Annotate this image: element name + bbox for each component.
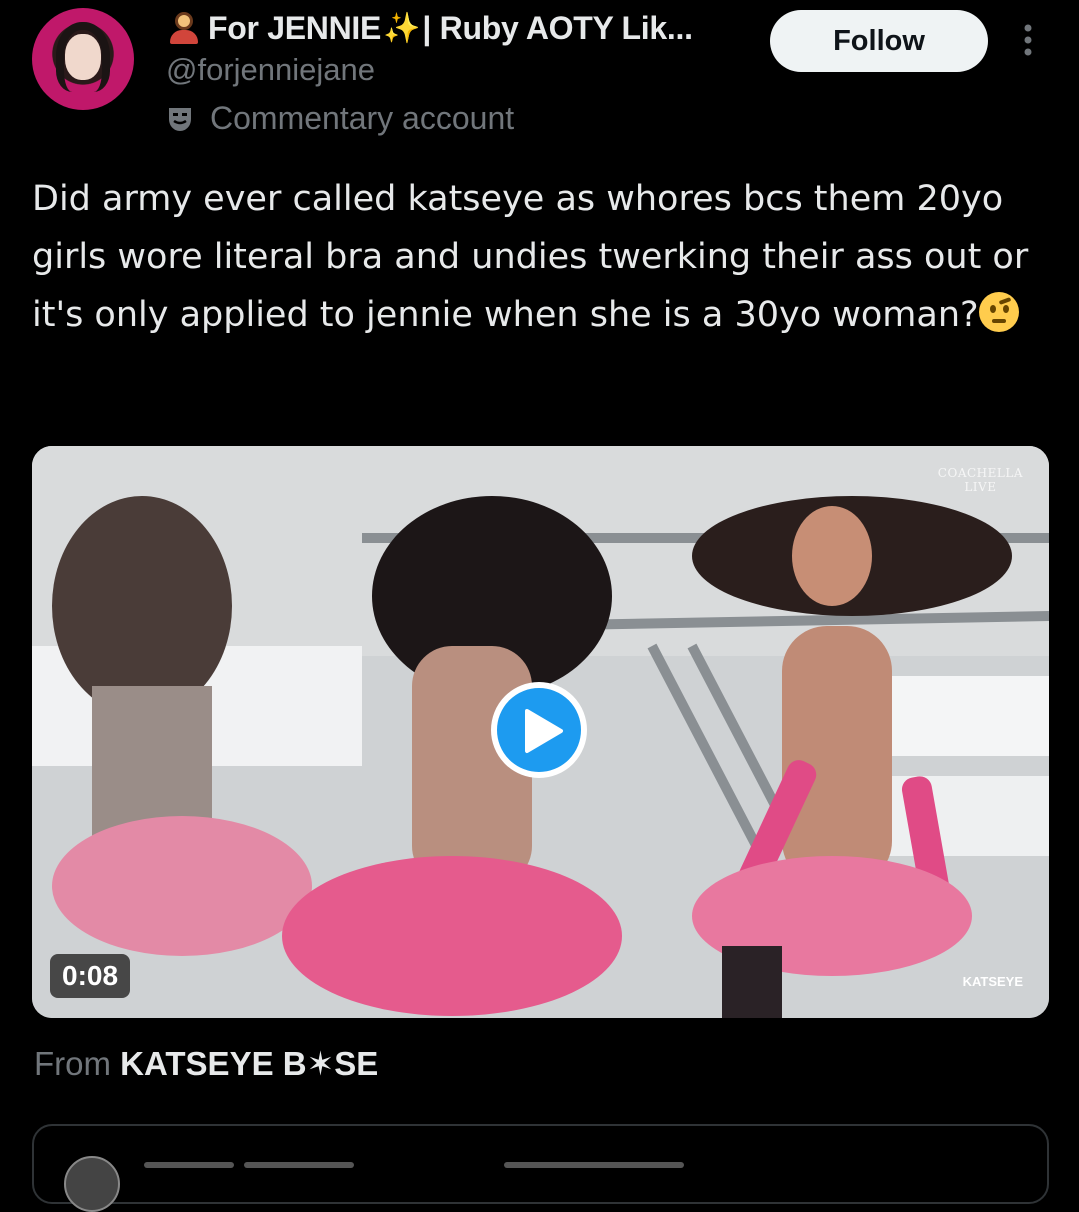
source-prefix: From [34,1045,111,1082]
avatar-face [65,34,101,80]
sparkles-icon: ✨ [383,11,421,45]
tweet-body: Did army ever called katseye as whores b… [32,179,1029,335]
video-source[interactable]: From KATSEYE B✶SE [34,1044,378,1083]
theater-mask-icon [169,107,191,131]
quoted-meta-placeholder [504,1162,684,1168]
display-name-row[interactable]: For JENNIE ✨ | Ruby AOTY Lik... [166,8,751,48]
raised-eyebrow-face-icon [978,292,1019,332]
coachella-watermark: COACHELLA LIVE [938,466,1023,494]
coachella-watermark-title: COACHELLA [937,466,1023,480]
play-button[interactable] [491,682,587,778]
coachella-watermark-sub: LIVE [964,480,997,494]
display-name[interactable]: For JENNIE [208,10,381,47]
user-handle[interactable]: @forjenniejane [166,52,375,88]
quoted-tweet-card[interactable] [32,1124,1049,1212]
play-icon [525,709,563,753]
avatar[interactable] [32,8,134,110]
tweet-text: Did army ever called katseye as whores b… [32,170,1062,344]
follow-button[interactable]: Follow [770,10,988,72]
display-name-suffix[interactable]: | Ruby AOTY Lik... [422,10,693,47]
video-player[interactable]: COACHELLA LIVE 0:08 KATSEYE [32,446,1049,1018]
quoted-avatar [64,1156,120,1212]
quoted-name-placeholder [144,1162,234,1168]
person-emoji-icon [166,10,202,46]
source-name[interactable]: KATSEYE B✶SE [120,1045,378,1082]
katseye-watermark: KATSEYE [962,974,1023,989]
quoted-handle-placeholder [244,1162,354,1168]
video-duration: 0:08 [50,954,131,998]
more-vertical-icon[interactable] [1018,22,1038,62]
account-type-label: Commentary account [166,100,514,137]
account-type-text: Commentary account [210,100,515,136]
